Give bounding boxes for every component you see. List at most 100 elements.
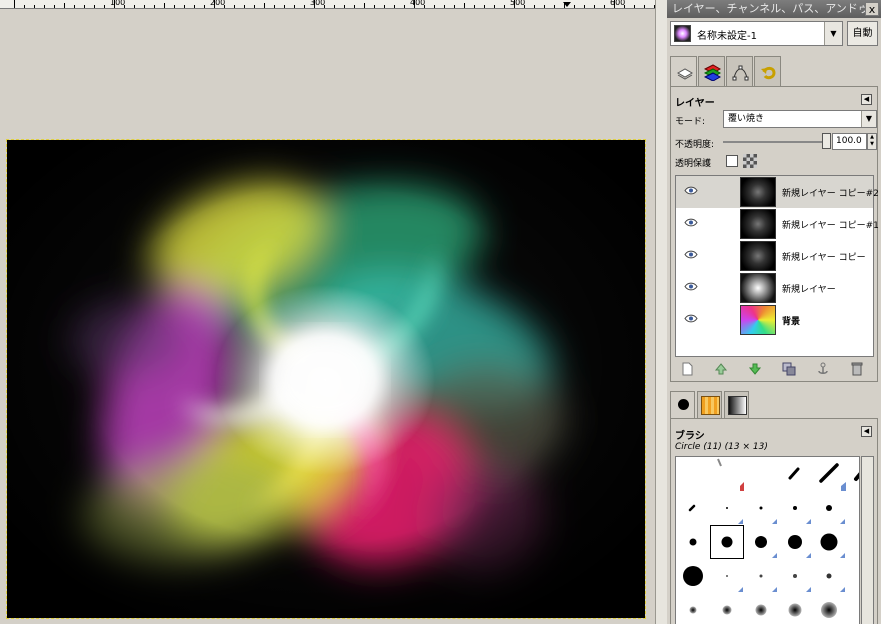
chevron-down-icon[interactable]: ▼ bbox=[824, 22, 842, 45]
ruler-tick bbox=[124, 5, 125, 8]
layer-row[interactable]: 新規レイヤー bbox=[676, 272, 873, 304]
tab-paths[interactable] bbox=[726, 56, 753, 86]
dock-titlebar[interactable]: レイヤー、チャンネル、パス、アンドゥ x bbox=[667, 0, 881, 18]
brush-cell[interactable] bbox=[846, 457, 859, 491]
brush-cell[interactable] bbox=[744, 559, 778, 593]
eye-icon[interactable] bbox=[684, 250, 698, 259]
panel-menu-button[interactable]: ◀ bbox=[861, 94, 872, 105]
lock-alpha-checkbox[interactable] bbox=[726, 155, 738, 167]
brush-cell[interactable] bbox=[812, 525, 846, 559]
chevron-down-icon: ▼ bbox=[861, 111, 876, 127]
opacity-slider-handle[interactable] bbox=[822, 133, 831, 149]
ruler-tick bbox=[274, 5, 275, 8]
raise-layer-icon[interactable] bbox=[714, 362, 728, 376]
ruler-tick bbox=[464, 3, 465, 8]
panel-menu-button[interactable]: ◀ bbox=[861, 426, 872, 437]
ruler-tick bbox=[214, 0, 215, 8]
ruler-tick bbox=[524, 5, 525, 8]
anchor-layer-icon[interactable] bbox=[816, 362, 830, 376]
ruler-tick bbox=[284, 5, 285, 8]
brush-cell[interactable] bbox=[676, 559, 710, 593]
brush-cell[interactable] bbox=[744, 491, 778, 525]
brush-grid-scrollbar[interactable] bbox=[861, 456, 874, 624]
layer-thumbnail bbox=[740, 177, 776, 207]
brush-cell[interactable] bbox=[710, 559, 744, 593]
brush-cell[interactable] bbox=[744, 593, 778, 624]
transparency-icon bbox=[743, 154, 757, 168]
eye-icon[interactable] bbox=[684, 186, 698, 195]
ruler-tick bbox=[244, 5, 245, 8]
horizontal-ruler[interactable]: 100 200 300 400 500 600 bbox=[0, 0, 655, 9]
brush-cell[interactable] bbox=[676, 525, 710, 559]
ruler-label: 300 bbox=[310, 0, 326, 7]
tab-patterns[interactable] bbox=[697, 391, 722, 418]
ruler-tick bbox=[34, 5, 35, 8]
brush-cell[interactable] bbox=[778, 457, 812, 491]
layer-row[interactable]: 新規レイヤー コピー#2 bbox=[676, 176, 879, 208]
duplicate-layer-icon[interactable] bbox=[782, 362, 796, 376]
brush-cell-selected[interactable] bbox=[710, 525, 744, 559]
brush-cell[interactable] bbox=[744, 457, 778, 491]
brush-cell[interactable] bbox=[812, 559, 846, 593]
layer-row[interactable]: 新規レイヤー コピー#1 bbox=[676, 208, 879, 240]
auto-button[interactable]: 自動 bbox=[847, 21, 878, 46]
layer-row[interactable]: 新規レイヤー コピー bbox=[676, 240, 873, 272]
delete-layer-icon[interactable] bbox=[850, 362, 864, 376]
opacity-spin-button[interactable]: ▲ ▼ bbox=[867, 133, 877, 150]
brush-preview bbox=[819, 463, 846, 491]
brush-cell[interactable] bbox=[778, 491, 812, 525]
brush-cell[interactable] bbox=[710, 457, 744, 491]
ruler-tick bbox=[254, 5, 255, 8]
ruler-tick bbox=[204, 5, 205, 8]
brush-cell[interactable] bbox=[778, 525, 812, 559]
tab-layers[interactable] bbox=[670, 56, 697, 87]
ruler-tick bbox=[624, 5, 625, 8]
layer-thumbnail bbox=[740, 209, 776, 239]
eye-icon[interactable] bbox=[684, 282, 698, 291]
brush-cell[interactable] bbox=[676, 491, 710, 525]
image-canvas[interactable] bbox=[6, 139, 646, 619]
brush-cell[interactable] bbox=[812, 457, 846, 491]
brush-cell[interactable] bbox=[710, 491, 744, 525]
ruler-tick bbox=[504, 5, 505, 8]
canvas-vertical-scrollbar[interactable] bbox=[655, 0, 667, 624]
ruler-tick bbox=[374, 5, 375, 8]
ruler-tick bbox=[404, 5, 405, 8]
eye-icon[interactable] bbox=[684, 218, 698, 227]
brush-cell[interactable] bbox=[812, 491, 846, 525]
ruler-tick bbox=[24, 5, 25, 8]
eye-icon[interactable] bbox=[684, 314, 698, 323]
brush-cell[interactable] bbox=[676, 457, 710, 491]
tab-brushes[interactable] bbox=[670, 391, 695, 419]
tab-undo[interactable] bbox=[754, 56, 781, 86]
new-layer-icon[interactable] bbox=[680, 362, 694, 376]
brush-cell[interactable] bbox=[710, 593, 744, 624]
opacity-slider[interactable] bbox=[723, 141, 829, 143]
brush-cell[interactable] bbox=[778, 593, 812, 624]
ruler-tick bbox=[324, 5, 325, 8]
opacity-input[interactable]: 100.0 bbox=[832, 133, 867, 150]
ruler-tick bbox=[594, 5, 595, 8]
tab-gradients[interactable] bbox=[724, 391, 749, 418]
brush-cell[interactable] bbox=[812, 593, 846, 624]
ruler-tick bbox=[484, 5, 485, 8]
ruler-tick bbox=[454, 5, 455, 8]
brush-cell[interactable] bbox=[778, 559, 812, 593]
ruler-tick bbox=[354, 5, 355, 8]
mode-select[interactable]: 覆い焼き ▼ bbox=[723, 110, 877, 128]
paths-icon bbox=[732, 65, 749, 81]
ruler-tick bbox=[84, 5, 85, 8]
ruler-tick bbox=[154, 5, 155, 8]
image-selector[interactable]: 名称未設定-1 ▼ bbox=[670, 21, 843, 46]
layer-name: 新規レイヤー コピー#2 bbox=[782, 189, 879, 199]
lower-layer-icon[interactable] bbox=[748, 362, 762, 376]
layer-row[interactable]: 背景 bbox=[676, 304, 873, 336]
ruler-tick bbox=[544, 5, 545, 8]
tab-channels[interactable] bbox=[698, 56, 725, 86]
brush-cell[interactable] bbox=[744, 525, 778, 559]
brush-cell[interactable] bbox=[676, 593, 710, 624]
ruler-tick bbox=[14, 0, 15, 8]
brush-preview bbox=[854, 472, 859, 481]
ruler-pointer-marker bbox=[563, 2, 571, 7]
close-button[interactable]: x bbox=[865, 2, 879, 16]
